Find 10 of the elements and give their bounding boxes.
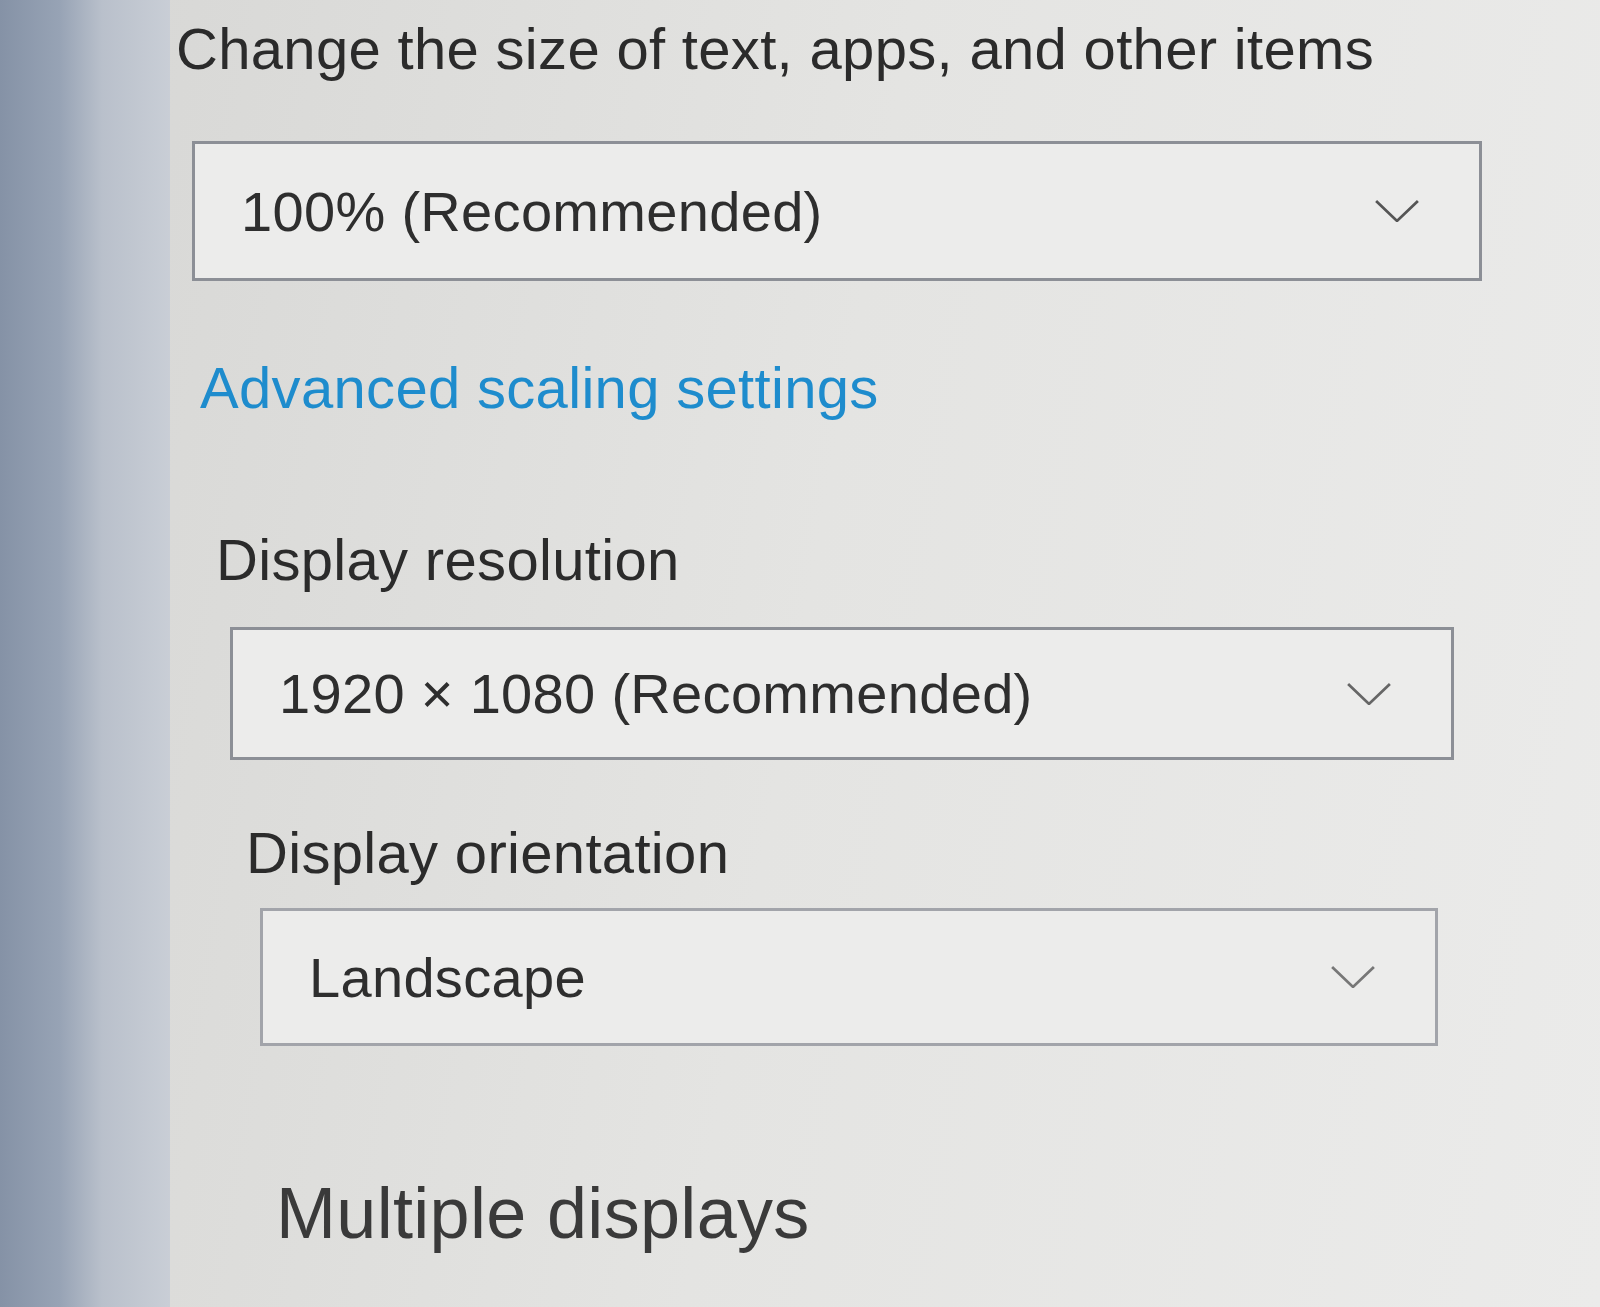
chevron-down-icon (1375, 200, 1419, 222)
scale-dropdown[interactable]: 100% (Recommended) (192, 141, 1482, 281)
chevron-down-icon (1347, 682, 1391, 705)
scale-label: Change the size of text, apps, and other items (176, 15, 1374, 83)
section-heading: Multiple displays (276, 1172, 810, 1255)
orientation-dropdown[interactable]: Landscape (260, 908, 1438, 1046)
resolution-dropdown[interactable]: 1920 × 1080 (Recommended) (230, 627, 1454, 760)
orientation-label: Display orientation (246, 819, 730, 887)
resolution-label: Display resolution (216, 526, 680, 594)
chevron-down-icon (1331, 966, 1375, 988)
